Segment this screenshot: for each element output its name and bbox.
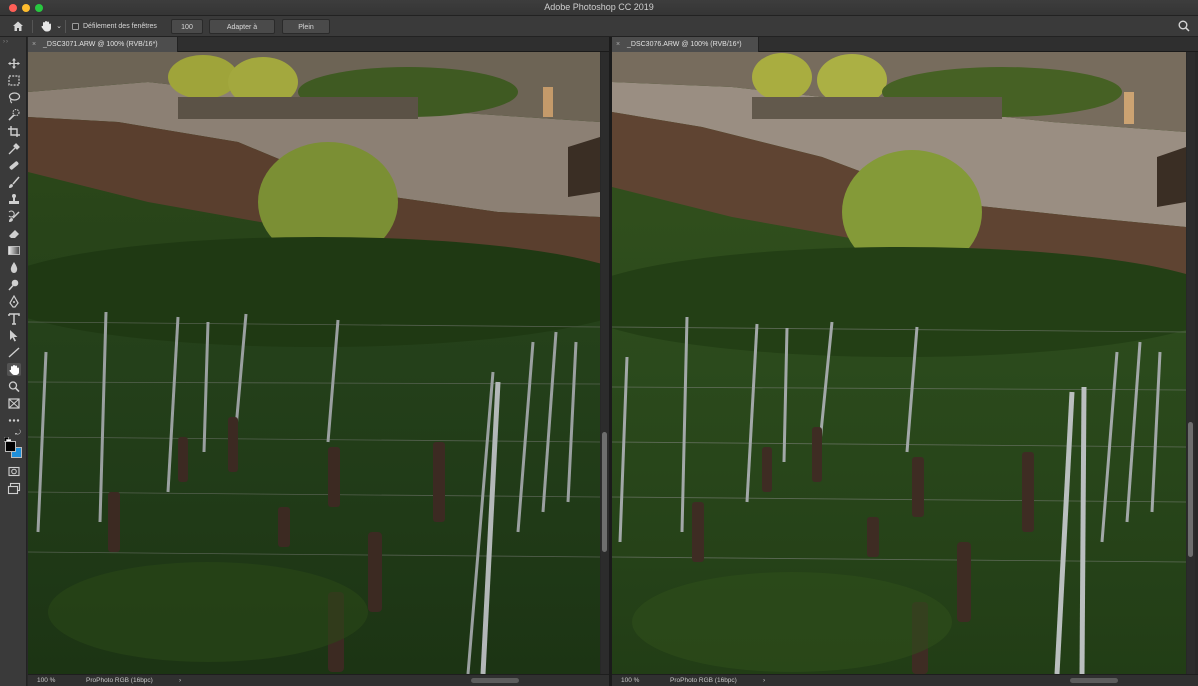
- hand-icon[interactable]: [7, 363, 21, 376]
- color-profile: ProPhoto RGB (16bpc): [86, 677, 153, 684]
- color-profile: ProPhoto RGB (16bpc): [670, 677, 737, 684]
- document-window-left: × _DSC3071.ARW @ 100% (RVB/16*) 100 % Pr…: [28, 37, 609, 686]
- close-tab-icon[interactable]: ×: [32, 37, 36, 52]
- stamp-icon[interactable]: [7, 193, 21, 206]
- foreground-color-swatch[interactable]: [5, 441, 16, 452]
- tools-panel: ›› ⤾: [0, 37, 27, 686]
- path-select-icon[interactable]: [7, 329, 21, 342]
- title-bar: Adobe Photoshop CC 2019: [0, 0, 1198, 16]
- quick-mask-icon[interactable]: [7, 465, 21, 478]
- lasso-icon[interactable]: [7, 91, 21, 104]
- status-menu-arrow[interactable]: ›: [179, 675, 181, 686]
- document-tab-label: _DSC3076.ARW @ 100% (RVB/16*): [627, 41, 742, 48]
- move-icon[interactable]: [7, 57, 21, 70]
- search-icon[interactable]: [1177, 19, 1191, 33]
- status-bar: 100 % ProPhoto RGB (16bpc) ›: [28, 674, 609, 686]
- vineyard-photo: [28, 52, 600, 674]
- zoom-level[interactable]: 100 %: [37, 675, 55, 686]
- image-canvas[interactable]: [612, 52, 1186, 674]
- panel-grip-icon[interactable]: ››: [3, 39, 9, 45]
- scrollbar-thumb[interactable]: [1188, 422, 1193, 557]
- document-tab-label: _DSC3071.ARW @ 100% (RVB/16*): [43, 41, 158, 48]
- document-tab[interactable]: × _DSC3071.ARW @ 100% (RVB/16*): [28, 37, 178, 52]
- dodge-icon[interactable]: [7, 278, 21, 291]
- chevron-down-icon[interactable]: ⌄: [55, 19, 63, 33]
- status-menu-arrow[interactable]: ›: [763, 675, 765, 686]
- fit-screen-button[interactable]: Adapter à l'écran: [209, 19, 275, 46]
- zoom-icon[interactable]: [7, 380, 21, 393]
- vertical-scrollbar[interactable]: [1187, 52, 1195, 674]
- zoom-level[interactable]: 100 %: [621, 675, 639, 686]
- eraser-icon[interactable]: [7, 227, 21, 240]
- fill-screen-button[interactable]: Plein écran: [282, 19, 330, 46]
- marquee-icon[interactable]: [7, 74, 21, 87]
- separator: [65, 20, 66, 33]
- home-icon[interactable]: [11, 19, 25, 33]
- frame-icon[interactable]: [7, 397, 21, 410]
- scroll-all-windows-checkbox[interactable]: [72, 23, 79, 30]
- more-icon[interactable]: [7, 414, 21, 427]
- close-tab-icon[interactable]: ×: [616, 37, 620, 52]
- pen-icon[interactable]: [7, 294, 21, 308]
- vertical-scrollbar[interactable]: [601, 52, 609, 674]
- hand-tool-preset-icon[interactable]: [39, 19, 53, 33]
- window-title: Adobe Photoshop CC 2019: [544, 2, 654, 12]
- crop-icon[interactable]: [7, 125, 21, 138]
- healing-icon[interactable]: [7, 159, 21, 172]
- scrollbar-thumb[interactable]: [602, 432, 607, 552]
- separator: [32, 20, 33, 33]
- status-bar: 100 % ProPhoto RGB (16bpc) ›: [612, 674, 1198, 686]
- vineyard-photo: [612, 52, 1186, 674]
- swap-colors-icon[interactable]: ⤾: [15, 430, 21, 438]
- document-window-right: × _DSC3076.ARW @ 100% (RVB/16*) 100 % Pr…: [612, 37, 1198, 686]
- quick-select-icon[interactable]: [7, 108, 21, 121]
- horizontal-scrollbar-thumb[interactable]: [1070, 678, 1118, 683]
- default-colors-icon[interactable]: [3, 431, 12, 445]
- scroll-all-windows-label: Défilement des fenêtres: [83, 23, 157, 30]
- horizontal-scrollbar-thumb[interactable]: [471, 678, 519, 683]
- line-icon[interactable]: [7, 346, 21, 359]
- screen-mode-icon[interactable]: [7, 482, 21, 495]
- brush-icon[interactable]: [7, 176, 21, 189]
- eyedropper-icon[interactable]: [7, 142, 21, 155]
- image-canvas[interactable]: [28, 52, 600, 674]
- document-tab[interactable]: × _DSC3076.ARW @ 100% (RVB/16*): [612, 37, 759, 52]
- options-bar: ⌄ Défilement des fenêtres 100 % Adapter …: [0, 16, 1198, 46]
- type-icon[interactable]: [7, 312, 21, 325]
- gradient-icon[interactable]: [7, 244, 21, 257]
- history-brush-icon[interactable]: [7, 210, 21, 223]
- zoom-100-button[interactable]: 100 %: [171, 19, 203, 46]
- blur-icon[interactable]: [7, 261, 21, 274]
